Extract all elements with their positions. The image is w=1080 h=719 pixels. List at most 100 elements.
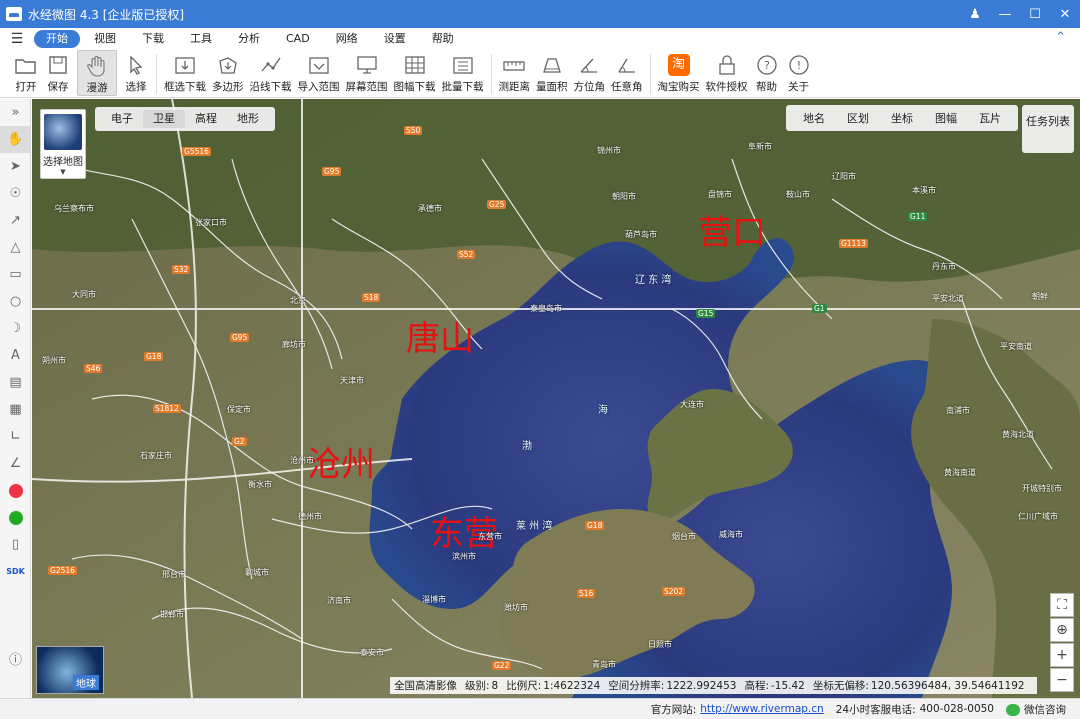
sdk-button[interactable]: SDK bbox=[0, 558, 31, 585]
save-button[interactable]: 保存 bbox=[45, 50, 71, 96]
map-view[interactable]: 选择地图 ▼ 电子 卫星 高程 地形 地名 区划 坐标 图幅 瓦片 任务列表 唐… bbox=[32, 99, 1080, 698]
pin-tool-icon[interactable]: ☉ bbox=[0, 180, 31, 207]
place-label: 平安北道 bbox=[932, 294, 964, 303]
road-shield: G1 bbox=[812, 304, 827, 313]
measure-area-button[interactable]: 量面积 bbox=[536, 50, 568, 96]
wechat-icon bbox=[1006, 703, 1020, 716]
user-icon[interactable]: ♟ bbox=[960, 0, 990, 28]
line-download-label: 沿线下载 bbox=[249, 81, 292, 93]
select-button[interactable]: 选择 bbox=[123, 50, 149, 96]
map-type-electronic[interactable]: 电子 bbox=[101, 110, 143, 128]
line-download-button[interactable]: 沿线下载 bbox=[250, 50, 292, 96]
task-list-button[interactable]: 任务列表 bbox=[1022, 105, 1074, 153]
zoom-in-button[interactable]: + bbox=[1050, 643, 1074, 667]
wechat-consult[interactable]: 微信咨询 bbox=[1006, 702, 1066, 717]
azimuth-icon bbox=[576, 53, 602, 77]
batch-download-label: 批量下载 bbox=[441, 81, 484, 93]
collapse-ribbon-icon[interactable]: ⌃ bbox=[1055, 30, 1066, 45]
menu-settings[interactable]: 设置 bbox=[372, 30, 418, 48]
maximize-button[interactable]: ☐ bbox=[1020, 0, 1050, 28]
angle-icon bbox=[614, 53, 640, 77]
weibo-icon[interactable] bbox=[0, 477, 31, 504]
zoom-out-button[interactable]: − bbox=[1050, 668, 1074, 692]
road-shield: G5516 bbox=[182, 147, 211, 156]
polygon-tool-icon[interactable]: △ bbox=[0, 234, 31, 261]
caret-down-icon: ▼ bbox=[60, 168, 66, 176]
measure-distance-label: 测距离 bbox=[498, 81, 531, 93]
place-label: 衡水市 bbox=[248, 480, 272, 489]
menu-tools[interactable]: 工具 bbox=[178, 30, 224, 48]
select-map-button[interactable]: 选择地图 ▼ bbox=[40, 109, 86, 179]
menu-help[interactable]: 帮助 bbox=[420, 30, 466, 48]
map-type-elevation[interactable]: 高程 bbox=[185, 110, 227, 128]
menu-network[interactable]: 网络 bbox=[324, 30, 370, 48]
annotation-yingkou[interactable]: 营口 bbox=[698, 205, 766, 254]
azimuth-tool-icon[interactable]: ∟ bbox=[0, 423, 31, 450]
menu-view[interactable]: 视图 bbox=[82, 30, 128, 48]
save-icon bbox=[45, 53, 71, 77]
hand-icon bbox=[84, 54, 110, 78]
open-button[interactable]: 打开 bbox=[13, 50, 39, 96]
site-link[interactable]: http://www.rivermap.cn bbox=[700, 703, 823, 715]
layer-sheets[interactable]: 图幅 bbox=[924, 110, 968, 126]
green-app-icon[interactable] bbox=[0, 504, 31, 531]
close-button[interactable]: ✕ bbox=[1050, 0, 1080, 28]
about-button[interactable]: ! 关于 bbox=[786, 50, 812, 96]
import-range-label: 导入范围 bbox=[297, 81, 340, 93]
batch-download-button[interactable]: 批量下载 bbox=[442, 50, 484, 96]
hand-tool-icon[interactable]: ✋ bbox=[0, 126, 31, 153]
sea-label-laizhou: 莱 州 湾 bbox=[516, 521, 553, 532]
rect-download-label: 框选下载 bbox=[164, 81, 206, 93]
menu-cad[interactable]: CAD bbox=[274, 30, 322, 48]
hamburger-icon[interactable]: ☰ bbox=[0, 31, 34, 47]
menu-start[interactable]: 开始 bbox=[34, 30, 80, 48]
layer-tiles[interactable]: 瓦片 bbox=[968, 110, 1012, 126]
license-button[interactable]: 软件授权 bbox=[706, 50, 748, 96]
crescent-tool-icon[interactable]: ☽ bbox=[0, 315, 31, 342]
rectangle-tool-icon[interactable]: ▭ bbox=[0, 261, 31, 288]
sheet-download-button[interactable]: 图幅下载 bbox=[394, 50, 436, 96]
polygon-download-button[interactable]: 多边形 bbox=[212, 50, 244, 96]
taobao-buy-button[interactable]: 淘 淘宝购买 bbox=[658, 50, 700, 96]
place-label: 德州市 bbox=[298, 512, 322, 521]
any-angle-button[interactable]: 任意角 bbox=[611, 50, 643, 96]
azimuth-button[interactable]: 方位角 bbox=[574, 50, 605, 96]
globe-button[interactable]: 地球 bbox=[36, 646, 104, 694]
locate-icon[interactable]: ⊕ bbox=[1050, 618, 1074, 642]
annotation-tangshan[interactable]: 唐山 bbox=[406, 311, 474, 360]
map-thumbnail bbox=[44, 114, 82, 150]
place-label: 黄海北道 bbox=[1002, 430, 1034, 439]
menu-download[interactable]: 下载 bbox=[130, 30, 176, 48]
expand-panel-icon[interactable]: » bbox=[0, 99, 31, 126]
fullscreen-icon[interactable]: ⛶ bbox=[1050, 593, 1074, 617]
menu-analysis[interactable]: 分析 bbox=[226, 30, 272, 48]
toolbar: 打开 保存 漫游 选择 框选下载 多边形 沿线下载 导入范围 屏幕范围 图幅下载… bbox=[0, 50, 1080, 98]
screen-range-button[interactable]: 屏幕范围 bbox=[346, 50, 388, 96]
import-range-button[interactable]: 导入范围 bbox=[298, 50, 340, 96]
text-tool-icon[interactable]: A bbox=[0, 342, 31, 369]
help-button[interactable]: ? 帮助 bbox=[754, 50, 780, 96]
road-shield: G11 bbox=[908, 212, 928, 221]
place-label: 盘锦市 bbox=[708, 190, 732, 199]
annotation-cangzhou[interactable]: 沧州 bbox=[307, 437, 375, 486]
map-type-terrain[interactable]: 地形 bbox=[227, 110, 269, 128]
rect-download-button[interactable]: 框选下载 bbox=[164, 50, 206, 96]
place-label: 辽阳市 bbox=[832, 172, 856, 181]
minimize-button[interactable]: — bbox=[990, 0, 1020, 28]
map-type-satellite[interactable]: 卫星 bbox=[143, 110, 185, 128]
layer-coordinates[interactable]: 坐标 bbox=[880, 110, 924, 126]
road-shield: G18 bbox=[144, 352, 164, 361]
pan-button[interactable]: 漫游 bbox=[77, 50, 117, 96]
angle-tool-icon[interactable]: ∠ bbox=[0, 450, 31, 477]
area-tool-icon[interactable]: ▦ bbox=[0, 396, 31, 423]
layer-divisions[interactable]: 区划 bbox=[836, 110, 880, 126]
pointer-tool-icon[interactable]: ➤ bbox=[0, 153, 31, 180]
layer-placenames[interactable]: 地名 bbox=[792, 110, 836, 126]
measure-distance-button[interactable]: 测距离 bbox=[498, 50, 531, 96]
circle-tool-icon[interactable]: ○ bbox=[0, 288, 31, 315]
ruler-tool-icon[interactable]: ▤ bbox=[0, 369, 31, 396]
polyline-tool-icon[interactable]: ↗ bbox=[0, 207, 31, 234]
road-shield: G25 bbox=[487, 200, 507, 209]
help-circle-icon[interactable]: ⓘ bbox=[0, 645, 31, 672]
device-icon[interactable]: ▯ bbox=[0, 531, 31, 558]
